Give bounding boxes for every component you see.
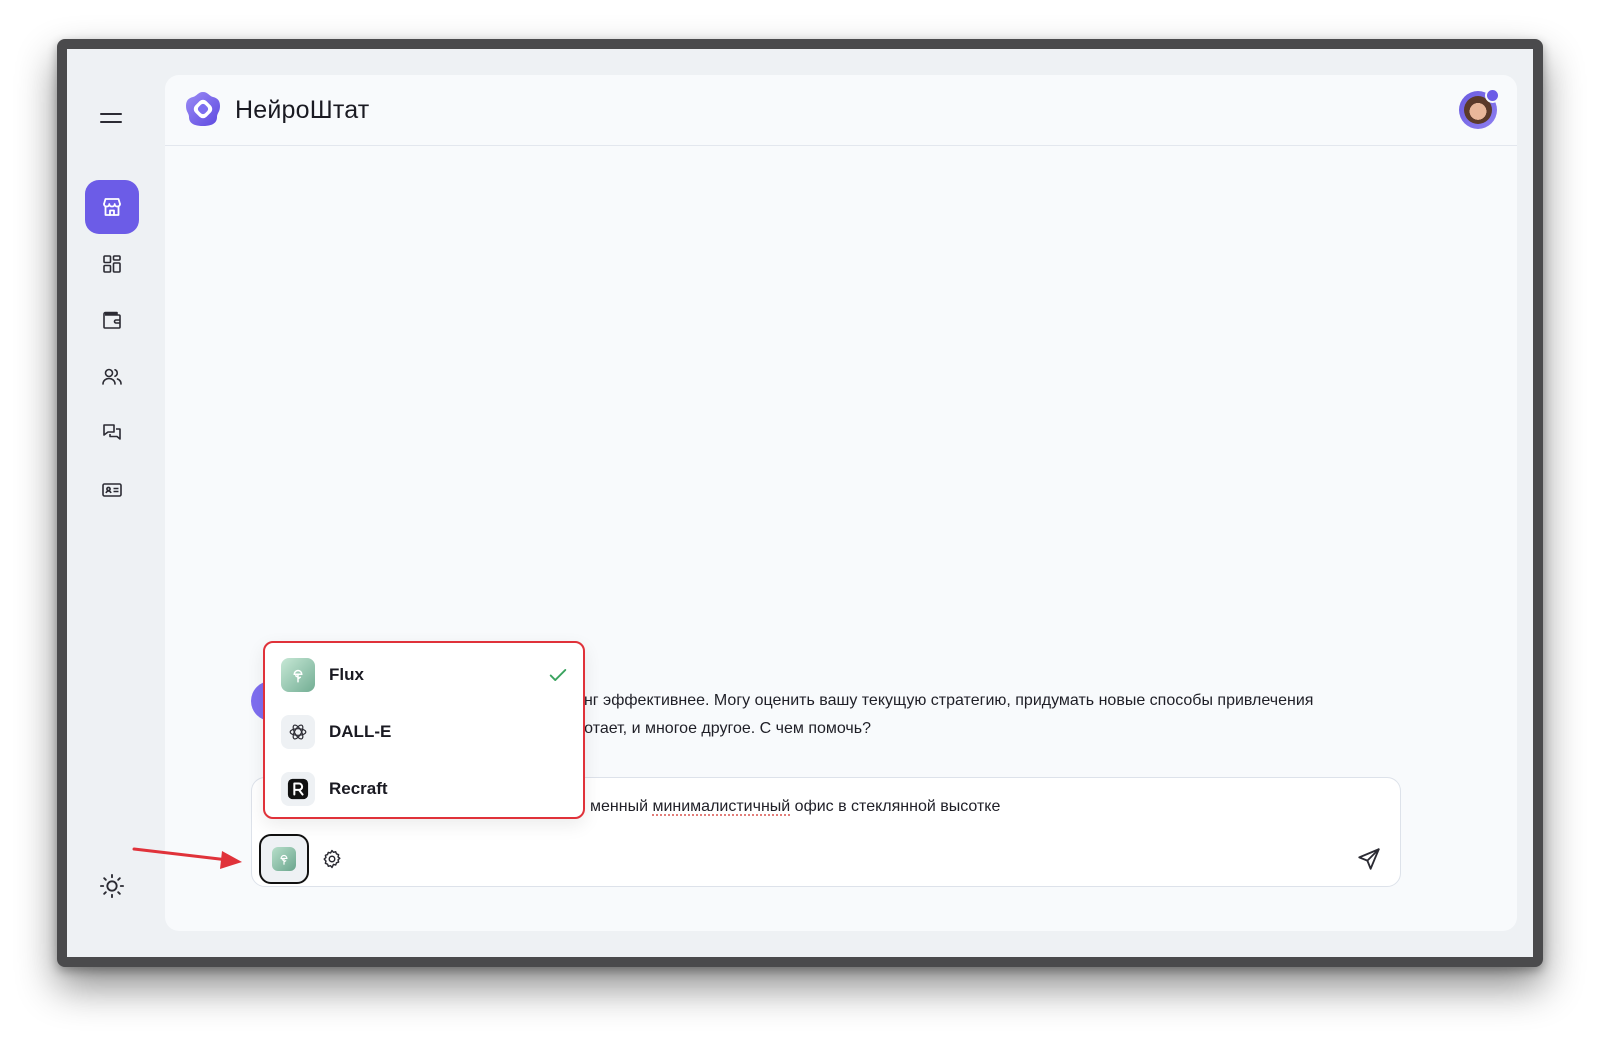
flux-icon (281, 658, 315, 692)
sidebar-item-wallet[interactable] (85, 293, 139, 347)
model-option-dall-e[interactable]: DALL-E (281, 712, 571, 752)
model-option-flux[interactable]: Flux (281, 655, 571, 695)
send-icon[interactable] (1356, 846, 1382, 872)
grid-icon (103, 255, 121, 273)
app-window: НейроШтат инг эффективнее. Могу оценить … (57, 39, 1543, 967)
hamburger-icon[interactable] (100, 111, 124, 129)
main-panel: НейроШтат инг эффективнее. Могу оценить … (165, 75, 1517, 931)
recraft-icon (281, 772, 315, 806)
message-line-2: ботает, и многое другое. С чем помочь? (575, 720, 871, 737)
message-line-1: инг эффективнее. Могу оценить вашу текущ… (575, 692, 1314, 709)
app-title: НейроШтат (235, 96, 370, 124)
model-option-label: Flux (329, 665, 364, 684)
chat-icon (103, 424, 121, 440)
openai-icon (281, 715, 315, 749)
composer-text-start: менный (590, 798, 653, 815)
sun-icon[interactable] (98, 872, 126, 900)
wallet-icon (103, 311, 121, 329)
checkmark-icon (549, 669, 567, 681)
sidebar (67, 49, 157, 957)
composer-text-misspelled: минималистичный (652, 798, 791, 815)
gear-icon[interactable] (321, 848, 343, 870)
model-option-label: DALL-E (329, 722, 392, 741)
model-dropdown: Flux DALL-E Recraft (263, 641, 585, 819)
header: НейроШтат (165, 75, 1517, 146)
sidebar-item-chats[interactable] (85, 406, 139, 460)
sidebar-item-dashboard[interactable] (85, 237, 139, 291)
flux-icon (272, 847, 296, 871)
avatar[interactable] (1459, 88, 1500, 129)
users-icon (102, 368, 122, 385)
composer-text-end: офис в стеклянной высотке (790, 798, 1001, 815)
model-select-button[interactable] (259, 834, 309, 884)
app-logo (186, 92, 220, 126)
sidebar-item-store[interactable] (85, 180, 139, 234)
sidebar-item-id-card[interactable] (85, 463, 139, 517)
model-option-recraft[interactable]: Recraft (281, 769, 571, 809)
composer-input[interactable]: менный минималистичный офис в стеклянной… (590, 798, 1000, 816)
annotation-arrow-icon (132, 847, 242, 869)
assistant-message: инг эффективнее. Могу оценить вашу текущ… (575, 687, 1425, 743)
sidebar-item-users[interactable] (85, 350, 139, 404)
notification-dot (1485, 88, 1500, 103)
model-option-label: Recraft (329, 779, 388, 798)
store-icon (103, 198, 121, 216)
id-card-icon (102, 483, 122, 497)
